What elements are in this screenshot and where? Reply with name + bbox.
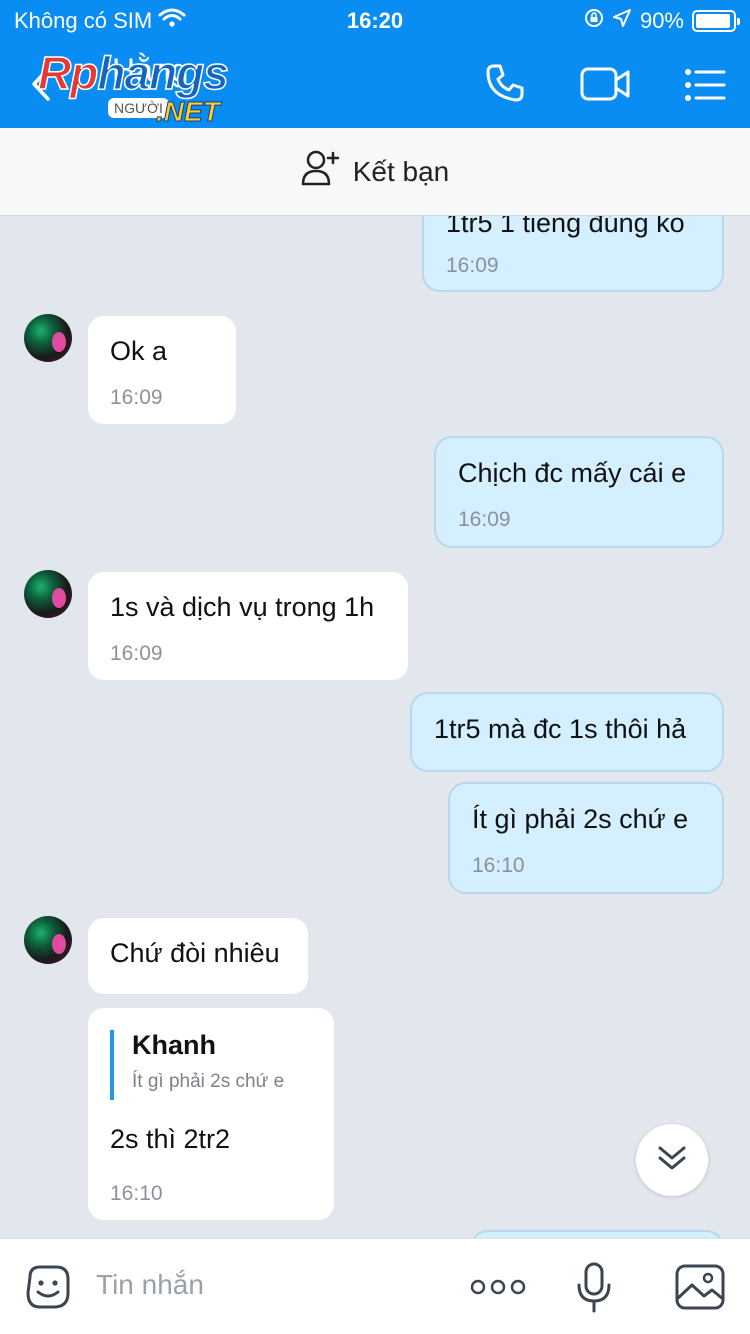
video-camera-icon[interactable]: [580, 66, 632, 107]
message-time: 16:09: [110, 642, 163, 665]
add-friend-button[interactable]: Kết bạn: [0, 128, 750, 216]
battery-percent: 90%: [639, 8, 684, 33]
message-bubble-partial[interactable]: [470, 1230, 724, 1238]
menu-list-icon[interactable]: [684, 68, 726, 107]
chat-area[interactable]: 1tr5 1 tiếng đúng ko 16:09 Ok a 16:09 Ch…: [0, 216, 750, 1238]
double-chevron-down-icon: [657, 1143, 687, 1178]
message-text: 2s thì 2tr2: [110, 1124, 231, 1154]
message-text: 1s và dịch vụ trong 1h: [110, 592, 375, 622]
battery-icon: [692, 10, 740, 32]
avatar[interactable]: [24, 916, 72, 964]
microphone-icon[interactable]: [576, 1261, 612, 1320]
message-time: 16:09: [110, 386, 163, 409]
wifi-icon: [158, 8, 186, 34]
location-icon: [612, 8, 632, 34]
quoted-text: Ít gì phải 2s chứ e: [132, 1071, 285, 1092]
message-text: 1tr5 1 tiếng đúng ko: [446, 216, 685, 238]
status-bar: Không có SIM 16:20 90%: [0, 0, 750, 40]
message-bubble[interactable]: 1tr5 mà đc 1s thôi hả: [410, 692, 724, 772]
message-bubble[interactable]: Ít gì phải 2s chứ e 16:10: [448, 782, 724, 894]
message-bubble[interactable]: 1s và dịch vụ trong 1h 16:09: [86, 570, 410, 682]
quoted-message[interactable]: Khanh Ít gì phải 2s chứ e: [110, 1030, 284, 1100]
message-text: Ok a: [110, 336, 168, 366]
scroll-to-bottom-button[interactable]: [636, 1124, 708, 1196]
rotation-lock-icon: [584, 8, 604, 34]
watermark-logo: Rphangs NGƯỜI .NET: [34, 46, 264, 130]
reply-message-bubble[interactable]: Khanh Ít gì phải 2s chứ e 2s thì 2tr2 16…: [86, 1006, 336, 1222]
add-user-icon: [301, 149, 341, 194]
add-friend-label: Kết bạn: [352, 155, 450, 187]
message-bubble[interactable]: Chịch đc mấy cái e 16:09: [434, 436, 724, 548]
status-left: Không có SIM: [14, 8, 186, 34]
carrier-label: Không có SIM: [14, 8, 153, 33]
avatar[interactable]: [24, 314, 72, 362]
phone-icon[interactable]: [484, 62, 526, 109]
chat-header: Hằng Rphangs NGƯỜI .NET: [0, 40, 750, 128]
message-text: Chứ đòi nhiêu: [110, 938, 280, 968]
message-text: Chịch đc mấy cái e: [458, 458, 687, 488]
image-icon[interactable]: [674, 1263, 726, 1316]
message-time: 16:10: [472, 854, 525, 877]
message-bubble[interactable]: 1tr5 1 tiếng đúng ko 16:09: [422, 216, 724, 292]
message-time: 16:10: [110, 1182, 163, 1205]
message-input-bar: Tin nhắn: [0, 1238, 750, 1334]
more-dots-icon[interactable]: [470, 1275, 526, 1304]
emoji-sticker-icon[interactable]: [24, 1263, 72, 1316]
watermark-main: Rphangs: [37, 46, 229, 100]
watermark-net: .NET: [156, 96, 221, 128]
quoted-author: Khanh: [132, 1030, 216, 1060]
message-input[interactable]: Tin nhắn: [96, 1269, 204, 1301]
status-right: 90%: [584, 8, 740, 34]
message-text: Ít gì phải 2s chứ e: [472, 804, 689, 834]
message-time: 16:09: [446, 254, 499, 277]
avatar[interactable]: [24, 570, 72, 618]
message-time: 16:09: [458, 508, 511, 531]
message-bubble[interactable]: Ok a 16:09: [86, 314, 238, 426]
message-text: 1tr5 mà đc 1s thôi hả: [434, 714, 687, 744]
message-bubble[interactable]: Chứ đòi nhiêu: [86, 916, 310, 996]
